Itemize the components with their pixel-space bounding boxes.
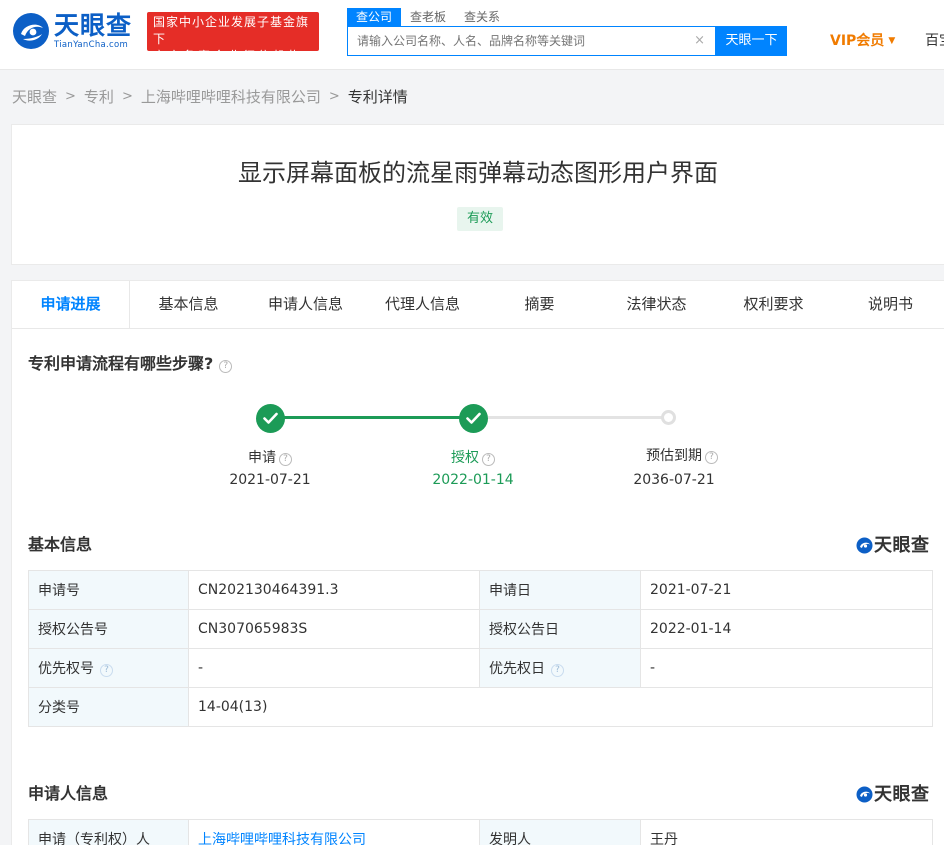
- table-key-with-help: 优先权日?: [479, 648, 641, 688]
- search-tab-relation[interactable]: 查关系: [455, 8, 509, 26]
- tab-applicant-info[interactable]: 申请人信息: [247, 281, 364, 328]
- vip-label: VIP会员: [830, 33, 885, 49]
- timeline-pending-segment: [488, 416, 663, 419]
- help-icon[interactable]: ?: [219, 360, 233, 373]
- table-value: 14-04(13): [188, 687, 933, 727]
- applicant-company-link[interactable]: 上海哔哩哔哩科技有限公司: [198, 832, 366, 845]
- brand-text: 天眼查: [874, 784, 930, 805]
- breadcrumb-separator: >: [328, 88, 340, 104]
- breadcrumb-separator: >: [121, 88, 133, 104]
- nav-baibao[interactable]: 百宝: [925, 31, 944, 51]
- page-title: 显示屏幕面板的流星雨弹幕动态图形用户界面: [238, 159, 718, 187]
- table-key-text: 优先权号: [38, 661, 94, 677]
- breadcrumb-separator: >: [65, 88, 76, 104]
- table-key-with-help: 优先权号?: [28, 648, 189, 688]
- table-value: 王丹: [640, 819, 933, 845]
- table-row: 申请（专利权）人 上海哔哩哔哩科技有限公司 发明人 王丹: [28, 819, 933, 845]
- caret-down-icon: ▼: [888, 36, 896, 46]
- search-box: ×: [347, 26, 716, 56]
- table-key: 发明人: [479, 819, 641, 845]
- timeline-end-dot: [661, 410, 676, 425]
- basic-info-table: 申请号 CN202130464391.3 申请日 2021-07-21 授权公告…: [28, 570, 933, 727]
- brand-text: 天眼查: [874, 535, 930, 556]
- search-tab-boss[interactable]: 查老板: [401, 8, 455, 26]
- tab-agent-info[interactable]: 代理人信息: [364, 281, 481, 328]
- patent-title-card: 显示屏幕面板的流星雨弹幕动态图形用户界面: [11, 124, 944, 265]
- step-label-expiry: 预估到期?: [622, 447, 742, 465]
- badge-line-2: 官方备案企业征信机构: [153, 49, 304, 63]
- step-date-expiry: 2036-07-21: [633, 472, 715, 488]
- search-input[interactable]: [348, 27, 678, 55]
- step-expiry-text: 预估到期: [646, 448, 702, 464]
- tab-basic-info[interactable]: 基本信息: [130, 281, 247, 328]
- clear-icon[interactable]: ×: [694, 34, 705, 48]
- table-value: CN307065983S: [188, 609, 480, 649]
- step-label-apply: 申请?: [210, 449, 330, 467]
- table-row: 分类号 14-04(13): [28, 687, 933, 727]
- logo-eye-icon: [856, 537, 873, 554]
- breadcrumb-patent[interactable]: 专利: [84, 86, 114, 107]
- detail-tabs: 申请进展 基本信息 申请人信息 代理人信息 摘要 法律状态 权利要求 说明书: [12, 281, 944, 329]
- check-icon: [459, 404, 488, 433]
- table-key: 授权公告日: [479, 609, 641, 649]
- tianyancha-watermark: 天眼查: [856, 534, 936, 558]
- logo-eye-icon: [13, 13, 49, 49]
- vip-member-menu[interactable]: VIP会员 ▼: [830, 31, 895, 51]
- table-key: 分类号: [28, 687, 189, 727]
- breadcrumb: 天眼查 > 专利 > 上海哔哩哔哩科技有限公司 > 专利详情: [12, 86, 408, 106]
- tab-claims[interactable]: 权利要求: [715, 281, 832, 328]
- table-value: 上海哔哩哔哩科技有限公司: [188, 819, 480, 845]
- search-type-tabs: 查公司 查老板 查关系: [347, 8, 509, 26]
- progress-heading: 专利申请流程有哪些步骤??: [28, 353, 233, 375]
- step-apply-text: 申请: [248, 450, 276, 466]
- breadcrumb-company[interactable]: 上海哔哩哔哩科技有限公司: [141, 86, 321, 107]
- check-icon: [256, 404, 285, 433]
- badge-line-1: 国家中小企业发展子基金旗下: [153, 15, 310, 46]
- tab-abstract[interactable]: 摘要: [481, 281, 598, 328]
- help-icon[interactable]: ?: [482, 453, 495, 466]
- table-value: 2021-07-21: [640, 570, 933, 610]
- applicant-info-table: 申请（专利权）人 上海哔哩哔哩科技有限公司 发明人 王丹: [28, 819, 933, 845]
- step-grant-text: 授权: [451, 450, 479, 466]
- top-header: 天眼查 TianYanCha.com 国家中小企业发展子基金旗下 官方备案企业征…: [0, 0, 944, 70]
- step-date-apply: 2021-07-21: [229, 472, 311, 488]
- progress-heading-text: 专利申请流程有哪些步骤?: [28, 354, 214, 373]
- help-icon[interactable]: ?: [705, 451, 718, 464]
- table-key: 授权公告号: [28, 609, 189, 649]
- step-date-grant: 2022-01-14: [432, 472, 514, 488]
- logo-domain: TianYanCha.com: [54, 40, 129, 50]
- help-icon[interactable]: ?: [279, 453, 292, 466]
- table-row: 授权公告号 CN307065983S 授权公告日 2022-01-14: [28, 609, 933, 649]
- table-value: -: [640, 648, 933, 688]
- logo-text: 天眼查: [54, 11, 133, 40]
- table-row: 申请号 CN202130464391.3 申请日 2021-07-21: [28, 570, 933, 610]
- timeline-done-segment: [284, 416, 460, 419]
- search-tab-company[interactable]: 查公司: [347, 8, 402, 26]
- table-key: 申请（专利权）人: [28, 819, 189, 845]
- tab-description[interactable]: 说明书: [832, 281, 944, 328]
- logo-eye-icon: [856, 786, 873, 803]
- tab-progress[interactable]: 申请进展: [12, 281, 130, 328]
- help-icon[interactable]: ?: [100, 664, 113, 677]
- table-row: 优先权号? - 优先权日? -: [28, 648, 933, 688]
- step-label-grant: 授权?: [413, 449, 533, 467]
- help-icon[interactable]: ?: [551, 664, 564, 677]
- official-badge: 国家中小企业发展子基金旗下 官方备案企业征信机构: [147, 12, 319, 63]
- table-key: 申请日: [479, 570, 641, 610]
- basic-info-heading: 基本信息: [28, 535, 93, 554]
- table-value: CN202130464391.3: [188, 570, 480, 610]
- table-value: 2022-01-14: [640, 609, 933, 649]
- status-badge: 有效: [457, 207, 503, 231]
- breadcrumb-home[interactable]: 天眼查: [12, 86, 57, 107]
- table-key: 申请号: [28, 570, 189, 610]
- table-value: -: [188, 648, 480, 688]
- applicant-info-heading: 申请人信息: [28, 784, 109, 803]
- breadcrumb-current: 专利详情: [347, 87, 408, 106]
- tab-legal-status[interactable]: 法律状态: [598, 281, 715, 328]
- tianyancha-logo[interactable]: 天眼查 TianYanCha.com: [12, 11, 138, 51]
- tianyancha-watermark: 天眼查: [856, 783, 936, 807]
- search-button[interactable]: 天眼一下: [716, 26, 787, 56]
- table-key-text: 优先权日: [489, 661, 545, 677]
